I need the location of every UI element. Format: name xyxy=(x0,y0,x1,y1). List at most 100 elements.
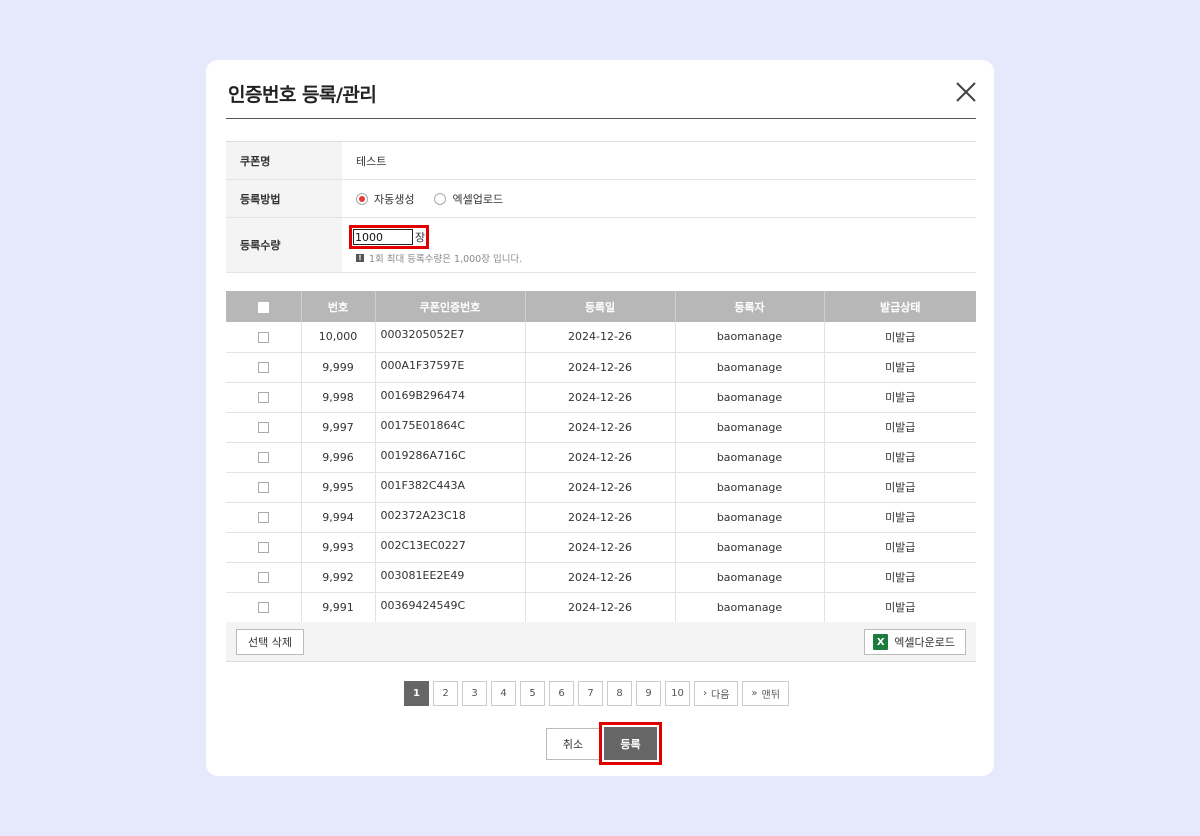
chevron-right-icon: › xyxy=(703,688,707,699)
form-row-coupon: 쿠폰명 테스트 xyxy=(226,142,976,180)
close-icon[interactable] xyxy=(954,80,978,104)
title-divider xyxy=(226,118,976,119)
row-select-cell xyxy=(226,382,302,413)
radio-auto-generate-label[interactable]: 자동생성 xyxy=(374,191,414,207)
row-date: 2024-12-26 xyxy=(525,532,676,563)
table-row: 9,994 002372A23C18 2024-12-26 baomanage 미발급 xyxy=(226,502,976,533)
row-registrant: baomanage xyxy=(675,322,825,353)
row-status: 미발급 xyxy=(824,532,976,563)
page-button-10[interactable]: 10 xyxy=(665,681,690,706)
quantity-input[interactable] xyxy=(353,229,413,245)
row-registrant: baomanage xyxy=(675,442,825,473)
coupon-code-table: 번호 쿠폰인증번호 등록일 등록자 발급상태 10,000 0003205052E… xyxy=(226,291,976,623)
register-highlight: 등록 xyxy=(599,722,662,765)
row-checkbox[interactable] xyxy=(257,602,269,613)
row-status: 미발급 xyxy=(824,592,976,623)
double-chevron-right-icon: » xyxy=(751,688,758,699)
row-checkbox[interactable] xyxy=(257,392,269,403)
coupon-form: 쿠폰명 테스트 등록방법 자동생성 엑셀업로드 등록수량 장 xyxy=(226,141,976,273)
row-number: 9,999 xyxy=(301,352,376,383)
row-registrant: baomanage xyxy=(675,592,825,623)
page-button-6[interactable]: 6 xyxy=(549,681,574,706)
table-row: 10,000 0003205052E7 2024-12-26 baomanage 미발급 xyxy=(226,322,976,353)
form-row-quantity: 등록수량 장 ! 1회 최대 등록수량은 1,000장 입니다. xyxy=(226,218,976,273)
col-header-registrant: 등록자 xyxy=(675,291,825,322)
method-radio-group: 자동생성 엑셀업로드 xyxy=(356,191,517,207)
select-all-cell xyxy=(226,291,302,322)
last-page-button[interactable]: » 맨뒤 xyxy=(742,681,789,706)
row-checkbox[interactable] xyxy=(257,542,269,553)
row-number: 9,996 xyxy=(301,442,376,473)
table-header-row: 번호 쿠폰인증번호 등록일 등록자 발급상태 xyxy=(226,291,976,322)
row-status: 미발급 xyxy=(824,472,976,503)
row-select-cell xyxy=(226,352,302,383)
alert-icon: ! xyxy=(356,254,364,262)
row-checkbox[interactable] xyxy=(257,482,269,493)
page-button-8[interactable]: 8 xyxy=(607,681,632,706)
row-checkbox[interactable] xyxy=(257,331,269,343)
row-checkbox[interactable] xyxy=(257,512,269,523)
table-row: 9,995 001F382C443A 2024-12-26 baomanage 미발급 xyxy=(226,472,976,503)
table-footer: 선택 삭제 X 엑셀다운로드 xyxy=(226,622,976,662)
row-date: 2024-12-26 xyxy=(525,592,676,623)
row-code: 000A1F37597E xyxy=(375,352,526,383)
row-number: 9,991 xyxy=(301,592,376,623)
excel-download-button[interactable]: X 엑셀다운로드 xyxy=(864,629,966,655)
row-date: 2024-12-26 xyxy=(525,502,676,533)
method-label: 등록방법 xyxy=(226,180,342,217)
cancel-button[interactable]: 취소 xyxy=(546,728,600,760)
row-date: 2024-12-26 xyxy=(525,562,676,593)
row-select-cell xyxy=(226,502,302,533)
page-button-3[interactable]: 3 xyxy=(462,681,487,706)
radio-excel-upload[interactable] xyxy=(434,192,447,205)
page-button-9[interactable]: 9 xyxy=(636,681,661,706)
row-checkbox[interactable] xyxy=(257,572,269,583)
pagination: 1 2 3 4 5 6 7 8 9 10 › 다음 » 맨뒤 xyxy=(404,681,789,706)
row-code: 002372A23C18 xyxy=(375,502,526,533)
table-row: 9,992 003081EE2E49 2024-12-26 baomanage 미발급 xyxy=(226,562,976,593)
page-button-5[interactable]: 5 xyxy=(520,681,545,706)
row-checkbox[interactable] xyxy=(257,452,269,463)
row-checkbox[interactable] xyxy=(257,422,269,433)
row-registrant: baomanage xyxy=(675,472,825,503)
row-code: 002C13EC0227 xyxy=(375,532,526,563)
page-button-1[interactable]: 1 xyxy=(404,681,429,706)
row-number: 9,993 xyxy=(301,532,376,563)
row-number: 9,994 xyxy=(301,502,376,533)
col-header-number: 번호 xyxy=(301,291,376,322)
row-code: 003081EE2E49 xyxy=(375,562,526,593)
page-button-4[interactable]: 4 xyxy=(491,681,516,706)
page-button-7[interactable]: 7 xyxy=(578,681,603,706)
row-status: 미발급 xyxy=(824,562,976,593)
row-date: 2024-12-26 xyxy=(525,442,676,473)
row-registrant: baomanage xyxy=(675,502,825,533)
select-all-checkbox[interactable] xyxy=(257,301,269,313)
radio-auto-generate[interactable] xyxy=(356,192,368,205)
row-checkbox[interactable] xyxy=(257,362,269,373)
row-date: 2024-12-26 xyxy=(525,472,676,503)
quantity-label: 등록수량 xyxy=(226,218,342,272)
row-status: 미발급 xyxy=(824,412,976,443)
cert-number-modal: 인증번호 등록/관리 쿠폰명 테스트 등록방법 자동생성 엑셀업로드 등록수량 xyxy=(206,60,994,776)
row-status: 미발급 xyxy=(824,502,976,533)
radio-excel-upload-label[interactable]: 엑셀업로드 xyxy=(452,191,503,207)
page-button-2[interactable]: 2 xyxy=(433,681,458,706)
coupon-name-label: 쿠폰명 xyxy=(226,142,342,179)
register-button[interactable]: 등록 xyxy=(604,727,657,760)
delete-selected-button[interactable]: 선택 삭제 xyxy=(236,629,304,655)
next-page-button[interactable]: › 다음 xyxy=(694,681,739,706)
excel-icon: X xyxy=(873,634,889,650)
row-date: 2024-12-26 xyxy=(525,322,676,353)
row-select-cell xyxy=(226,412,302,443)
row-date: 2024-12-26 xyxy=(525,352,676,383)
row-registrant: baomanage xyxy=(675,562,825,593)
quantity-note-text: 1회 최대 등록수량은 1,000장 입니다. xyxy=(369,254,523,265)
next-page-label: 다음 xyxy=(711,690,730,701)
row-code: 0019286A716C xyxy=(375,442,526,473)
row-date: 2024-12-26 xyxy=(525,412,676,443)
row-select-cell xyxy=(226,472,302,503)
row-registrant: baomanage xyxy=(675,382,825,413)
row-code: 00369424549C xyxy=(375,592,526,623)
row-date: 2024-12-26 xyxy=(525,382,676,413)
row-number: 9,992 xyxy=(301,562,376,593)
